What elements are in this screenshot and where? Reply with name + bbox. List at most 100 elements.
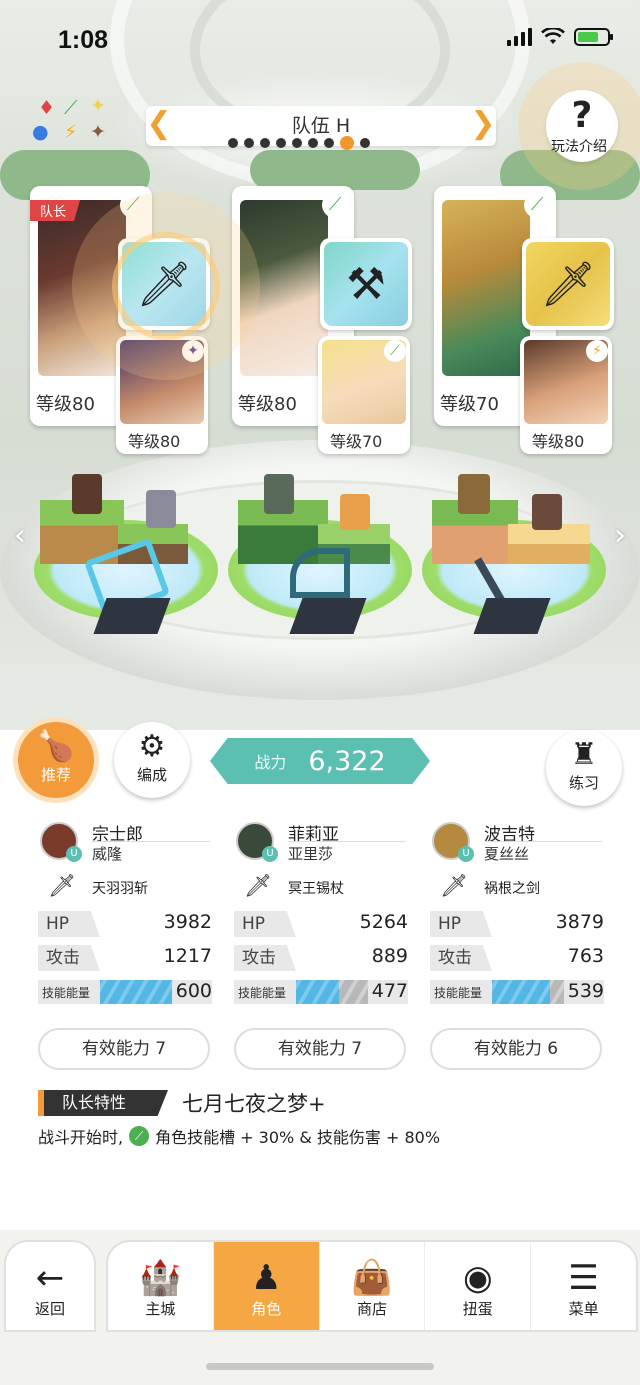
tab-shop[interactable]: 👜 商店 [320, 1242, 426, 1330]
page-dot[interactable] [260, 138, 270, 148]
skill-energy-label: 技能能量 [238, 986, 287, 1000]
hero-slot-3[interactable]: ⟋ 等级70 🗡 ⚡ 等级80 [434, 186, 614, 454]
training-dummy-icon: ♜ [570, 737, 598, 772]
leader-trait-description: 战斗开始时, ⟋ 角色技能槽 + 30% & 技能伤害 + 80% [38, 1124, 440, 1148]
pixel-hero-sprite [264, 474, 294, 514]
page-dot[interactable] [292, 138, 302, 148]
hp-stat: HP 3982 [38, 908, 212, 942]
earth-element-icon: ⟋ [384, 340, 406, 362]
team-page-dots [228, 136, 370, 150]
page-dot[interactable] [244, 138, 254, 148]
weapon-card[interactable]: 🗡 [522, 238, 614, 330]
fire-element-icon: ♦ [38, 97, 56, 119]
hero-level: 等级80 [238, 394, 297, 415]
page-dot[interactable] [340, 136, 354, 150]
thunder-element-icon: ⚡ [586, 340, 608, 362]
hero-stats-column-2[interactable]: U 菲莉亚 亚里莎 🗡 冥王锡杖 HP 5264 攻击 889 技能能量 477 [234, 818, 408, 1008]
weapon-icon: 🗡 [48, 874, 76, 899]
hero-stats-column-3[interactable]: U 波吉特 夏丝丝 🗡 祸根之剑 HP 3879 攻击 763 技能能量 539 [430, 818, 604, 1008]
page-dot[interactable] [324, 138, 334, 148]
earth-element-icon: ⟋ [524, 192, 550, 218]
divider [484, 841, 602, 842]
light-element-icon: ✦ [90, 95, 106, 117]
sub-hero-card[interactable]: ✦ 等级80 [116, 336, 208, 454]
effective-ability-button[interactable]: 有效能力 6 [430, 1028, 602, 1070]
recommend-button[interactable]: 🍗 推荐 [18, 722, 94, 798]
hp-value: 3982 [163, 911, 212, 933]
hero-stats-column-1[interactable]: U 宗士郎 威隆 🗡 天羽羽斩 HP 3982 攻击 1217 技能能量 600 [38, 818, 212, 1008]
menu-list-icon: ☰ [568, 1258, 599, 1298]
sub-hero-name: 亚里莎 [288, 845, 334, 863]
back-arrow-icon: ← [35, 1258, 65, 1298]
hero-avatar: U [432, 822, 474, 862]
practice-label: 练习 [568, 774, 599, 792]
weapon-card[interactable]: ⚒ [320, 238, 412, 330]
tab-gacha[interactable]: ◉ 扭蛋 [425, 1242, 532, 1330]
tab-characters[interactable]: ♟ 角色 [213, 1242, 320, 1330]
sub-hero-card[interactable]: ⟋ 等级70 [318, 336, 410, 454]
awakening-icon: U [262, 846, 278, 862]
tab-label: 菜单 [568, 1300, 599, 1318]
home-indicator[interactable] [206, 1363, 434, 1370]
skill-energy-bar [296, 980, 340, 1004]
skill-energy-label: 技能能量 [42, 986, 91, 1000]
team-name: 队伍 H [291, 115, 351, 137]
trait-effect: 角色技能槽 + 30% & 技能伤害 + 80% [155, 1128, 441, 1147]
pixel-hero-sprite [532, 494, 562, 530]
attack-value: 889 [371, 945, 408, 967]
weapon-info: 🗡 天羽羽斩 [38, 864, 212, 908]
skill-energy-bar [492, 980, 550, 1004]
next-team-button[interactable]: ❯ [470, 106, 496, 146]
skill-energy-value: 600 [175, 980, 212, 1002]
scythe-icon: ⚒ [324, 242, 408, 326]
weapon-name: 冥王锡杖 [288, 881, 344, 897]
town-icon: 🏰 [139, 1258, 182, 1298]
formation-button[interactable]: ⚙ 编成 [114, 722, 190, 798]
skill-energy-value: 477 [371, 980, 408, 1002]
hp-stat: HP 5264 [234, 908, 408, 942]
recommend-label: 推荐 [40, 766, 71, 784]
hero-portrait [240, 200, 328, 376]
hp-label: HP [38, 911, 100, 937]
leader-trait-tag: 队长特性 [38, 1090, 168, 1116]
practice-button[interactable]: ♜ 练习 [546, 730, 622, 806]
page-dot[interactable] [308, 138, 318, 148]
tab-town[interactable]: 🏰 主城 [108, 1242, 214, 1330]
scroll-left-icon[interactable]: ‹ [14, 518, 26, 553]
page-dot[interactable] [276, 138, 286, 148]
pixel-hero-sprite [340, 494, 370, 530]
pixel-pedestal [473, 598, 551, 634]
element-chart[interactable]: ♦ ⟋ ✦ ● ⚡ ✦ [28, 96, 118, 146]
sub-hero-card[interactable]: ⚡ 等级80 [520, 336, 612, 454]
page-dot[interactable] [360, 138, 370, 148]
prev-team-button[interactable]: ❮ [146, 106, 172, 146]
skill-energy-stat: 技能能量 600 [38, 976, 212, 1008]
pixel-weapon-sprite [290, 548, 350, 598]
pixel-hero-sprite [146, 490, 176, 528]
dark-element-icon: ✦ [90, 121, 106, 143]
back-label: 返回 [34, 1300, 65, 1318]
attack-value: 1217 [163, 945, 212, 967]
pixel-hero-sprite [458, 474, 490, 514]
hero-info: U 宗士郎 威隆 [38, 818, 212, 864]
hero-level: 等级70 [440, 394, 499, 415]
scroll-right-icon[interactable]: › [614, 518, 626, 553]
hero-portrait [38, 200, 126, 376]
divider [92, 841, 210, 842]
page-dot[interactable] [228, 138, 238, 148]
back-button[interactable]: ← 返回 [4, 1240, 96, 1332]
team-power: 战力 6,322 [210, 738, 430, 784]
trait-condition: 战斗开始时, [38, 1128, 124, 1147]
recommend-icon: 🍗 [37, 729, 75, 764]
effective-ability-button[interactable]: 有效能力 7 [38, 1028, 210, 1070]
hero-portrait [442, 200, 530, 376]
help-button[interactable]: ? 玩法介绍 [546, 90, 618, 162]
earth-element-icon: ⟋ [120, 192, 146, 218]
skill-energy-bar-empty [339, 980, 368, 1004]
hero-slot-2[interactable]: ⟋ 等级80 ⚒ ⟋ 等级70 [232, 186, 412, 454]
weapon-name: 天羽羽斩 [92, 881, 148, 897]
effective-ability-button[interactable]: 有效能力 7 [234, 1028, 406, 1070]
captain-tag: 队长 [30, 200, 81, 221]
awakening-icon: U [458, 846, 474, 862]
tab-menu[interactable]: ☰ 菜单 [531, 1242, 636, 1330]
